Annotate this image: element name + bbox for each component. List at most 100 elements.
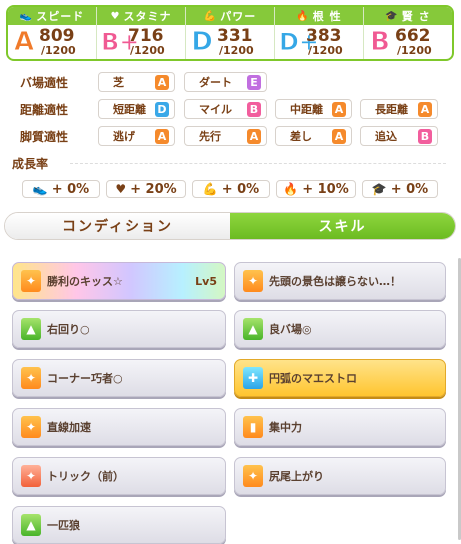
speed-skill-icon: ✦ bbox=[21, 367, 41, 389]
stat-rank: D+ bbox=[279, 28, 320, 56]
stat-rank: D bbox=[191, 27, 214, 57]
growth-value: + 0% bbox=[51, 181, 90, 197]
aptitude-grade: A bbox=[155, 74, 169, 90]
skill-card[interactable]: ✦ 尻尾上がり bbox=[234, 457, 446, 495]
aptitude-grade: A bbox=[418, 101, 432, 117]
stat-max: /1200 bbox=[41, 44, 76, 57]
distance-aptitude-title: 距離適性 bbox=[20, 102, 69, 117]
skill-name: 勝利のキッス☆ bbox=[47, 275, 123, 288]
speed-skill-icon: ✦ bbox=[21, 416, 41, 438]
skill-card[interactable]: ▮ 集中力 bbox=[234, 408, 446, 446]
start-skill-icon: ▮ bbox=[243, 416, 263, 438]
skill-name: 一匹狼 bbox=[47, 519, 80, 532]
cap-icon: 🎓 bbox=[371, 182, 387, 196]
skill-name: コーナー巧者○ bbox=[47, 372, 123, 385]
growth-rate-title: 成長率 bbox=[12, 157, 49, 171]
stat-guts: 🔥 根 性 D+ 383/1200 bbox=[275, 7, 364, 59]
stat-rank: B bbox=[370, 27, 391, 57]
tab-condition[interactable]: コンディション bbox=[5, 213, 230, 239]
aptitude-chip-chaser: 追込 B bbox=[360, 126, 438, 146]
aptitude-grade: E bbox=[247, 74, 261, 90]
aptitude-label: 先行 bbox=[199, 130, 221, 143]
aptitude-grade: A bbox=[155, 128, 169, 144]
skill-name: 直線加速 bbox=[47, 421, 91, 434]
skill-level: Lv5 bbox=[195, 274, 217, 288]
passive-skill-icon: ▲ bbox=[21, 514, 41, 536]
aptitude-label: 長距離 bbox=[375, 103, 408, 116]
aptitude-grade: B bbox=[418, 128, 432, 144]
skill-name: 尻尾上がり bbox=[269, 470, 324, 483]
aptitude-label: 短距離 bbox=[113, 103, 146, 116]
stat-max: /1200 bbox=[130, 44, 165, 57]
stat-max: /1200 bbox=[308, 44, 343, 57]
speed-skill-icon: ✦ bbox=[243, 270, 263, 292]
growth-value: + 20% bbox=[130, 181, 177, 197]
skill-card[interactable]: ✚ 円弧のマエストロ bbox=[234, 359, 446, 397]
skill-card[interactable]: ✦ 直線加速 bbox=[12, 408, 226, 446]
growth-value: + 0% bbox=[390, 181, 429, 197]
aptitude-label: 追込 bbox=[375, 130, 397, 143]
skill-name: 右回り○ bbox=[47, 323, 90, 336]
stat-value: 331 bbox=[217, 26, 253, 46]
aptitude-label: 中距離 bbox=[290, 103, 323, 116]
skill-card[interactable]: ▲ 右回り○ bbox=[12, 310, 226, 348]
stat-label: スピード bbox=[36, 10, 85, 23]
flame-icon: 🔥 bbox=[283, 182, 299, 196]
divider bbox=[70, 163, 446, 164]
stat-speed: 👟 スピード A 809/1200 bbox=[8, 7, 97, 59]
stat-rank: B+ bbox=[101, 28, 140, 56]
debuff-skill-icon: ✦ bbox=[21, 465, 41, 487]
stat-value: 383 bbox=[306, 26, 342, 46]
aptitude-chip-runner: 逃げ A bbox=[98, 126, 175, 146]
skill-name: 良バ場◎ bbox=[269, 323, 312, 336]
stat-wisdom: 🎓 賢 さ B 662/1200 bbox=[364, 7, 452, 59]
muscle-icon: 💪 bbox=[202, 182, 218, 196]
cap-icon: 🎓 bbox=[385, 10, 399, 22]
stat-value: 662 bbox=[395, 26, 431, 46]
skill-card[interactable]: ▲ 一匹狼 bbox=[12, 506, 226, 544]
aptitude-chip-mile: マイル B bbox=[184, 99, 267, 119]
stat-max: /1200 bbox=[397, 44, 432, 57]
aptitude-label: マイル bbox=[199, 103, 232, 116]
distance-aptitude-row: 距離適性 bbox=[10, 98, 90, 120]
aptitude-grade: A bbox=[247, 128, 261, 144]
growth-value: + 10% bbox=[302, 181, 349, 197]
stat-stamina: ♥ スタミナ B+ 716/1200 bbox=[97, 7, 186, 59]
stat-power: 💪 パワー D 331/1200 bbox=[186, 7, 275, 59]
speed-skill-icon: ✦ bbox=[21, 270, 41, 292]
stats-bar: 👟 スピード A 809/1200 ♥ スタミナ B+ 716/1200 💪 パワー D3… bbox=[6, 5, 454, 61]
aptitude-chip-dirt: ダート E bbox=[184, 72, 267, 92]
shoe-icon: 👟 bbox=[32, 182, 48, 196]
passive-skill-icon: ▲ bbox=[21, 318, 41, 340]
stat-label: パワー bbox=[220, 10, 257, 23]
stat-label: 根 性 bbox=[312, 10, 342, 23]
skill-card[interactable]: ✦ コーナー巧者○ bbox=[12, 359, 226, 397]
recovery-skill-icon: ✚ bbox=[243, 367, 263, 389]
stat-label: スタミナ bbox=[123, 10, 172, 23]
aptitude-label: 逃げ bbox=[113, 130, 135, 143]
skill-name: 円弧のマエストロ bbox=[269, 372, 357, 385]
skill-card[interactable]: ▲ 良バ場◎ bbox=[234, 310, 446, 348]
track-aptitude-row: バ場適性 bbox=[10, 71, 90, 93]
style-aptitude-title: 脚質適性 bbox=[20, 129, 69, 144]
aptitude-label: 差し bbox=[290, 130, 312, 143]
skill-name: 先頭の景色は譲らない…！ bbox=[269, 275, 401, 288]
growth-value: + 0% bbox=[221, 181, 260, 197]
aptitude-chip-long: 長距離 A bbox=[360, 99, 438, 119]
stat-max: /1200 bbox=[219, 44, 254, 57]
growth-wisdom: 🎓 + 0% bbox=[362, 180, 438, 198]
stat-value: 716 bbox=[128, 26, 164, 46]
growth-power: 💪 + 0% bbox=[192, 180, 270, 198]
speed-skill-icon: ✦ bbox=[243, 465, 263, 487]
skill-card[interactable]: ✦ 勝利のキッス☆ Lv5 bbox=[12, 262, 226, 300]
aptitude-chip-leader: 先行 A bbox=[184, 126, 267, 146]
style-aptitude-row: 脚質適性 bbox=[10, 125, 90, 147]
aptitude-chip-turf: 芝A bbox=[98, 72, 175, 92]
skill-card[interactable]: ✦ トリック（前） bbox=[12, 457, 226, 495]
aptitude-grade: B bbox=[247, 101, 261, 117]
flame-icon: 🔥 bbox=[296, 10, 310, 22]
tab-skill[interactable]: スキル bbox=[230, 213, 455, 239]
skill-card[interactable]: ✦ 先頭の景色は譲らない…！ bbox=[234, 262, 446, 300]
aptitude-grade: A bbox=[332, 101, 346, 117]
tab-bar: コンディション スキル bbox=[4, 212, 456, 240]
